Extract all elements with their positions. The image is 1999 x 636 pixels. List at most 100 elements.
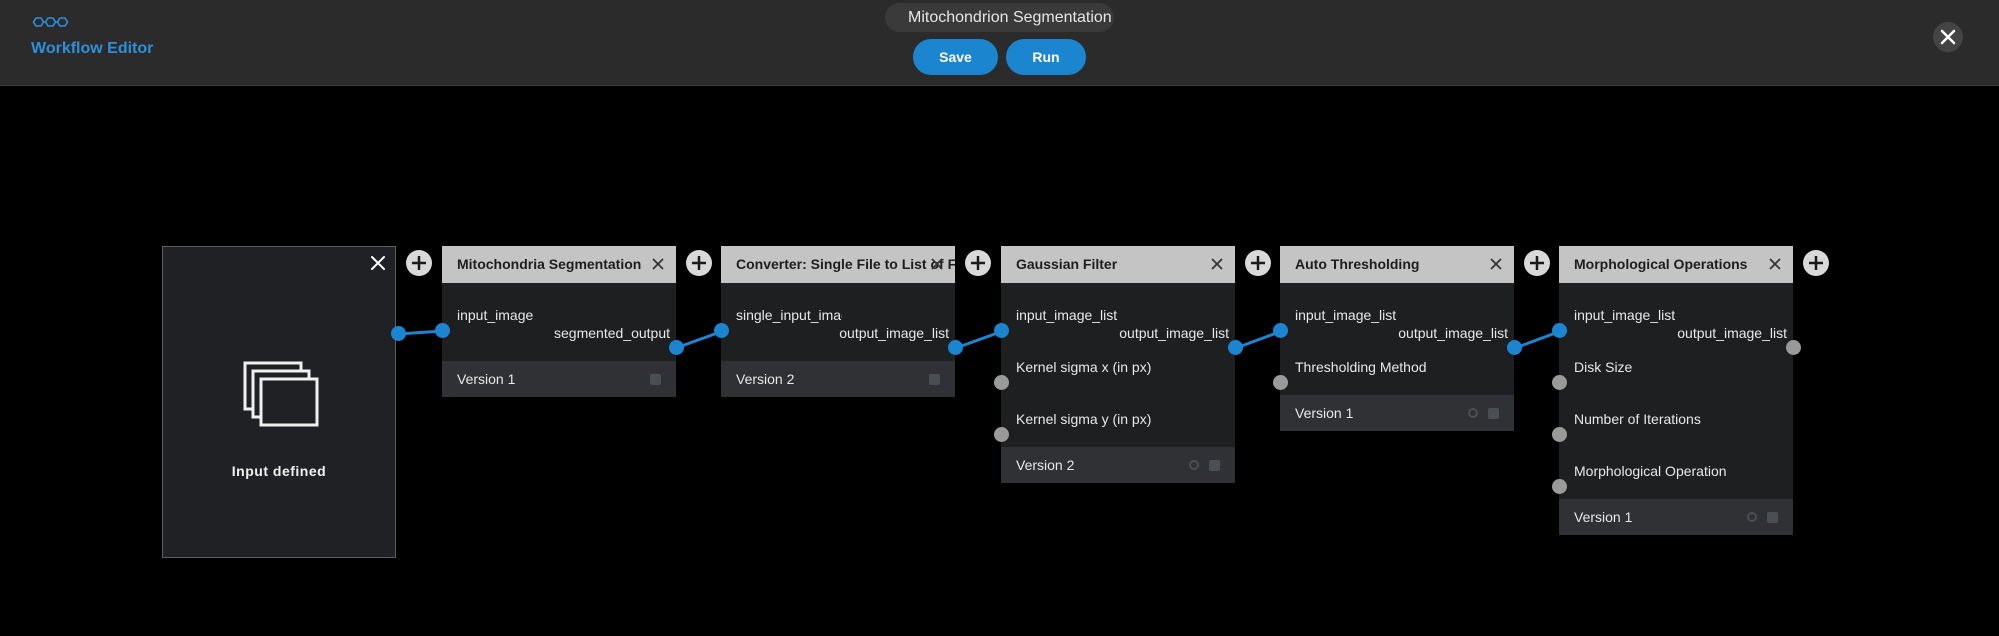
plus-icon bbox=[1530, 256, 1544, 270]
node-version: Version 1 bbox=[1280, 395, 1514, 431]
add-node-button[interactable] bbox=[406, 250, 432, 276]
workflow-node[interactable]: Auto Thresholding input_image_list outpu… bbox=[1280, 246, 1514, 431]
workflow-node[interactable]: Converter: Single File to List of Files … bbox=[721, 246, 955, 397]
remove-node-icon[interactable] bbox=[930, 257, 944, 271]
close-icon bbox=[1940, 29, 1956, 45]
remove-node-icon[interactable] bbox=[1768, 257, 1782, 271]
input-node[interactable]: Input defined bbox=[162, 246, 396, 558]
add-node-button[interactable] bbox=[1803, 250, 1829, 276]
parameter-pin[interactable] bbox=[1552, 375, 1567, 390]
parameter-pin[interactable] bbox=[994, 375, 1009, 390]
input-pin[interactable] bbox=[1273, 323, 1288, 338]
input-port-label: input_image bbox=[457, 307, 534, 323]
parameter-label: Kernel sigma x (in px) bbox=[1016, 359, 1152, 375]
workflow-node[interactable]: Gaussian Filter input_image_list output_… bbox=[1001, 246, 1235, 483]
output-port-label: output_image_list bbox=[839, 325, 949, 341]
add-node-button[interactable] bbox=[686, 250, 712, 276]
workflow-canvas[interactable]: Input defined Mitochondria Segmentation … bbox=[0, 87, 1999, 636]
node-version: Version 2 bbox=[1001, 447, 1235, 483]
info-icon[interactable] bbox=[929, 374, 940, 385]
node-title: Gaussian Filter bbox=[1016, 256, 1118, 272]
add-node-button[interactable] bbox=[1524, 250, 1550, 276]
input-pin[interactable] bbox=[714, 323, 729, 338]
node-title: Auto Thresholding bbox=[1295, 256, 1420, 272]
node-header[interactable]: Morphological Operations bbox=[1559, 246, 1793, 283]
workflow-node[interactable]: Mitochondria Segmentation input_image se… bbox=[442, 246, 676, 397]
plus-icon bbox=[412, 256, 426, 270]
node-body: single_input_image output_image_list bbox=[721, 283, 955, 361]
input-pin[interactable] bbox=[994, 323, 1009, 338]
node-header[interactable]: Auto Thresholding bbox=[1280, 246, 1514, 283]
parameter-label: Thresholding Method bbox=[1295, 359, 1427, 375]
output-port-label: output_image_list bbox=[1119, 325, 1229, 341]
input-port-label: input_image_list bbox=[1295, 307, 1397, 323]
input-pin[interactable] bbox=[1552, 323, 1567, 338]
node-body: input_image segmented_output bbox=[442, 283, 676, 361]
output-port-label: output_image_list bbox=[1677, 325, 1787, 341]
info-icon[interactable] bbox=[1209, 460, 1220, 471]
plus-icon bbox=[1809, 256, 1823, 270]
remove-node-icon[interactable] bbox=[1210, 257, 1224, 271]
version-label: Version 1 bbox=[1295, 405, 1354, 421]
version-label: Version 1 bbox=[1574, 509, 1633, 525]
plus-icon bbox=[971, 256, 985, 270]
input-pin[interactable] bbox=[435, 323, 450, 338]
parameter-pin[interactable] bbox=[1273, 375, 1288, 390]
add-node-button[interactable] bbox=[1245, 250, 1271, 276]
add-node-button[interactable] bbox=[965, 250, 991, 276]
version-label: Version 2 bbox=[1016, 457, 1075, 473]
node-body: input_image_list output_image_list Kerne… bbox=[1001, 283, 1235, 447]
node-version: Version 1 bbox=[442, 361, 676, 397]
output-pin[interactable] bbox=[948, 340, 963, 355]
input-defined-label: Input defined bbox=[231, 463, 327, 479]
node-header[interactable]: Gaussian Filter bbox=[1001, 246, 1235, 283]
node-version: Version 1 bbox=[1559, 499, 1793, 535]
settings-icon[interactable] bbox=[1468, 408, 1478, 418]
remove-node-icon[interactable] bbox=[1489, 257, 1503, 271]
plus-icon bbox=[692, 256, 706, 270]
plus-icon bbox=[1251, 256, 1265, 270]
workflow-node[interactable]: Morphological Operations input_image_lis… bbox=[1559, 246, 1793, 535]
brand: Workflow Editor bbox=[31, 16, 153, 57]
node-header[interactable]: Mitochondria Segmentation bbox=[442, 246, 676, 283]
settings-icon[interactable] bbox=[1747, 512, 1757, 522]
output-pin[interactable] bbox=[1228, 340, 1243, 355]
info-icon[interactable] bbox=[650, 374, 661, 385]
settings-icon[interactable] bbox=[1189, 460, 1199, 470]
parameter-label: Morphological Operation bbox=[1574, 463, 1727, 479]
image-stack-icon bbox=[243, 361, 319, 427]
version-label: Version 1 bbox=[457, 371, 516, 387]
workflow-name-field[interactable]: Mitochondrion Segmentation bbox=[885, 3, 1114, 32]
version-label: Version 2 bbox=[736, 371, 795, 387]
node-body: input_image_list output_image_list Thres… bbox=[1280, 283, 1514, 395]
parameter-label: Number of Iterations bbox=[1574, 411, 1701, 427]
output-port-label: segmented_output bbox=[554, 325, 670, 341]
parameter-pin[interactable] bbox=[1552, 427, 1567, 442]
input-output-pin[interactable] bbox=[391, 326, 406, 341]
info-icon[interactable] bbox=[1488, 408, 1499, 419]
node-title: Converter: Single File to List of Files bbox=[736, 256, 955, 272]
node-header[interactable]: Converter: Single File to List of Files bbox=[721, 246, 955, 283]
node-version: Version 2 bbox=[721, 361, 955, 397]
remove-input-icon[interactable] bbox=[370, 255, 386, 271]
save-button[interactable]: Save bbox=[913, 39, 998, 75]
parameter-label: Disk Size bbox=[1574, 359, 1633, 375]
output-port-label: output_image_list bbox=[1398, 325, 1508, 341]
run-button[interactable]: Run bbox=[1006, 39, 1086, 75]
parameter-label: Kernel sigma y (in px) bbox=[1016, 411, 1152, 427]
close-editor-button[interactable] bbox=[1933, 22, 1963, 52]
info-icon[interactable] bbox=[1767, 512, 1778, 523]
output-pin[interactable] bbox=[1507, 340, 1522, 355]
output-pin[interactable] bbox=[1786, 340, 1801, 355]
parameter-pin[interactable] bbox=[1552, 479, 1567, 494]
remove-node-icon[interactable] bbox=[651, 257, 665, 271]
app-title: Workflow Editor bbox=[31, 40, 154, 57]
parameter-pin[interactable] bbox=[994, 427, 1009, 442]
input-port-label: input_image_list bbox=[1016, 307, 1118, 323]
input-port-label: single_input_image bbox=[736, 307, 842, 323]
top-bar: Workflow Editor Mitochondrion Segmentati… bbox=[0, 0, 1999, 86]
input-port-label: input_image_list bbox=[1574, 307, 1676, 323]
node-body: input_image_list output_image_list Disk … bbox=[1559, 283, 1793, 499]
node-title: Mitochondria Segmentation bbox=[457, 256, 642, 272]
output-pin[interactable] bbox=[669, 340, 684, 355]
